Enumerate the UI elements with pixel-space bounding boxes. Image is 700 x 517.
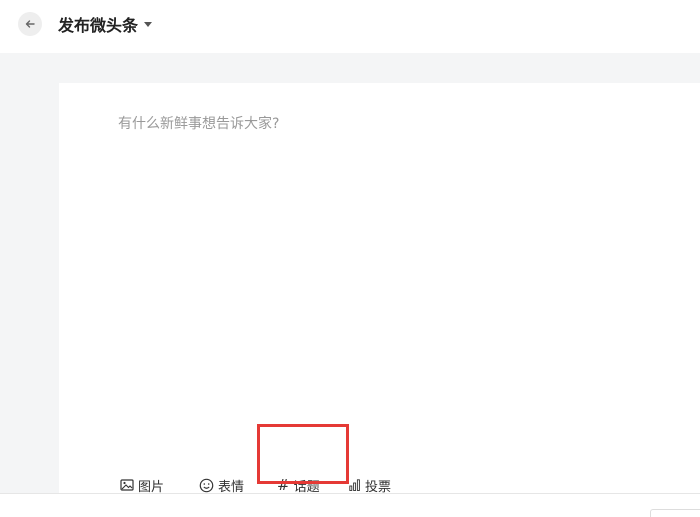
vote-button-label: 投票 <box>365 479 392 495</box>
title-dropdown[interactable]: 发布微头条 <box>58 13 153 35</box>
caret-down-icon <box>144 21 153 27</box>
hashtag-icon: # <box>277 476 290 494</box>
header: 发布微头条 <box>0 0 700 53</box>
image-button-label: 图片 <box>138 479 165 495</box>
image-icon <box>120 478 134 492</box>
bottom-bar <box>0 493 700 517</box>
page-title: 发布微头条 <box>58 16 139 35</box>
arrow-left-icon <box>24 15 36 34</box>
workspace: 图片 表情 # 话题 <box>0 53 700 495</box>
bottom-right-control-edge <box>650 509 700 517</box>
editor-card: 图片 表情 # 话题 <box>59 83 700 495</box>
smiley-icon <box>199 478 214 493</box>
back-button[interactable] <box>18 12 42 36</box>
bar-chart-icon <box>349 479 361 491</box>
post-content-input[interactable] <box>118 113 678 413</box>
emoji-button-label: 表情 <box>218 479 245 495</box>
page: 发布微头条 图片 <box>0 0 700 517</box>
topic-button-label: 话题 <box>293 479 320 495</box>
